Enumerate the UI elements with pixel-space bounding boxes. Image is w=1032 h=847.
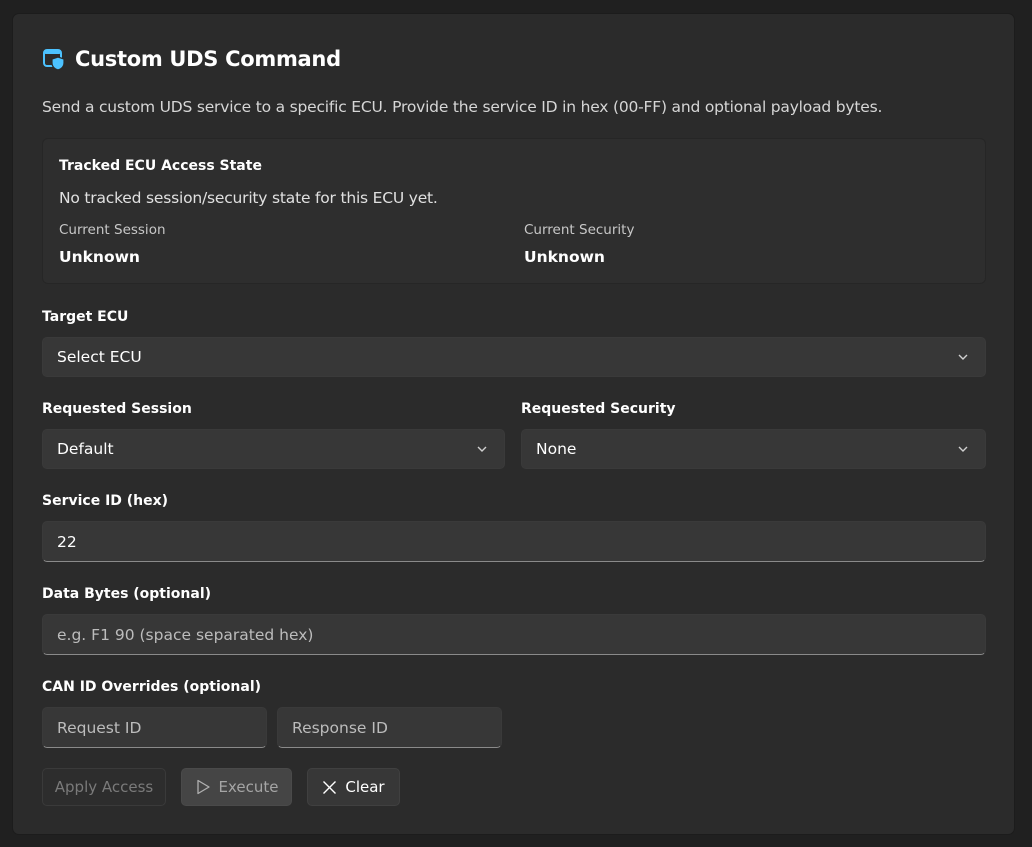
requested-session-value: Default	[57, 440, 114, 458]
current-session-label: Current Session	[59, 222, 166, 238]
custom-uds-command-card: Custom UDS Command Send a custom UDS ser…	[12, 13, 1015, 835]
header: Custom UDS Command	[42, 47, 341, 71]
response-id-placeholder: Response ID	[292, 718, 388, 737]
chevron-down-icon	[958, 446, 968, 452]
can-overrides-label: CAN ID Overrides (optional)	[42, 679, 262, 695]
data-bytes-input[interactable]: e.g. F1 90 (space separated hex)	[42, 614, 986, 655]
data-bytes-label: Data Bytes (optional)	[42, 586, 212, 602]
service-id-value: 22	[57, 532, 77, 551]
chevron-down-icon	[477, 446, 487, 452]
request-id-placeholder: Request ID	[57, 718, 142, 737]
requested-session-select[interactable]: Default	[42, 429, 505, 469]
page-description: Send a custom UDS service to a specific …	[42, 98, 883, 116]
service-id-input[interactable]: 22	[42, 521, 986, 562]
clear-button[interactable]: Clear	[307, 768, 400, 806]
execute-label: Execute	[218, 778, 279, 796]
current-session-value: Unknown	[59, 248, 140, 266]
tracked-state-panel: Tracked ECU Access State No tracked sess…	[42, 138, 986, 284]
requested-security-label: Requested Security	[521, 401, 676, 417]
close-icon	[323, 780, 337, 794]
data-bytes-placeholder: e.g. F1 90 (space separated hex)	[57, 625, 314, 644]
current-security-label: Current Security	[524, 222, 635, 238]
tracked-state-message: No tracked session/security state for th…	[59, 189, 438, 207]
requested-security-select[interactable]: None	[521, 429, 986, 469]
tracked-state-title: Tracked ECU Access State	[59, 158, 262, 174]
target-ecu-value: Select ECU	[57, 348, 142, 366]
response-id-input[interactable]: Response ID	[277, 707, 502, 748]
service-id-label: Service ID (hex)	[42, 493, 169, 509]
target-ecu-select[interactable]: Select ECU	[42, 337, 986, 377]
execute-button[interactable]: Execute	[181, 768, 292, 806]
shield-window-icon	[43, 49, 65, 71]
requested-security-value: None	[536, 440, 577, 458]
clear-label: Clear	[345, 778, 385, 796]
apply-access-label: Apply Access	[54, 778, 154, 796]
target-ecu-label: Target ECU	[42, 309, 129, 325]
requested-session-label: Requested Session	[42, 401, 192, 417]
page-title: Custom UDS Command	[75, 47, 341, 71]
request-id-input[interactable]: Request ID	[42, 707, 267, 748]
chevron-down-icon	[958, 354, 968, 360]
play-icon	[196, 779, 210, 795]
apply-access-button[interactable]: Apply Access	[42, 768, 166, 806]
current-security-value: Unknown	[524, 248, 605, 266]
